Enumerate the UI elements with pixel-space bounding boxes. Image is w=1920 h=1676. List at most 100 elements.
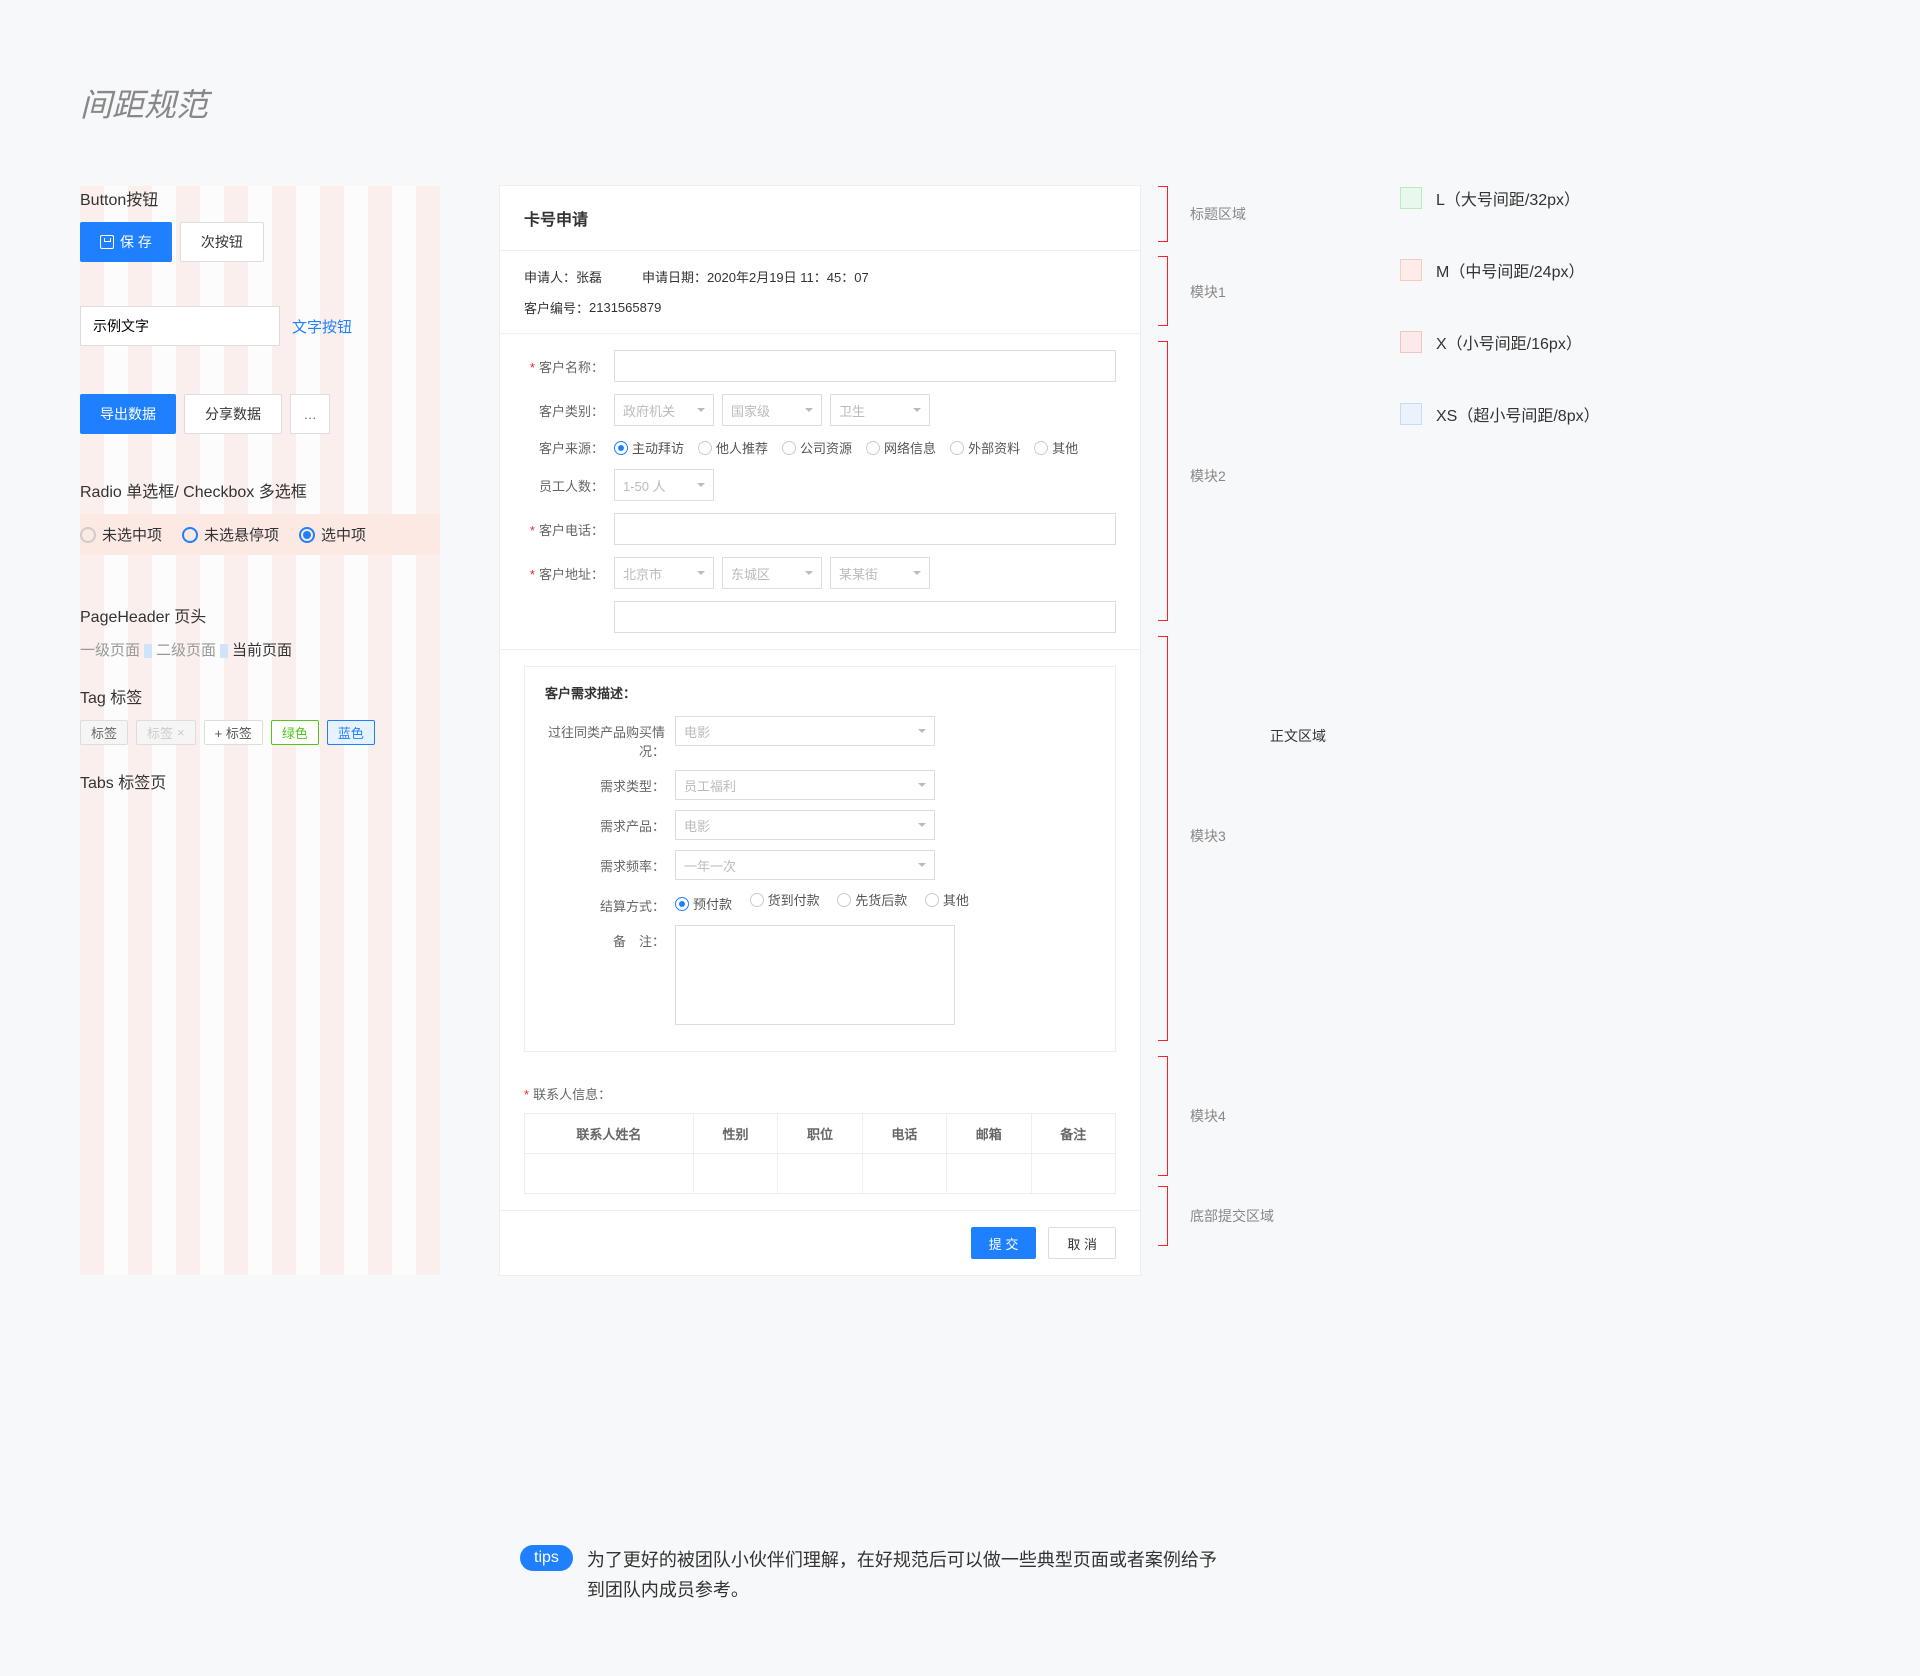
tag-green[interactable]: 绿色: [271, 720, 319, 745]
customer-addr-label: 客户地址：: [524, 564, 614, 583]
tag-add[interactable]: + 标签: [204, 720, 263, 745]
past-purchase-label: 过往同类产品购买情况：: [545, 716, 675, 760]
radio-icon: [866, 441, 880, 455]
radio-label: 先货后款: [855, 890, 907, 909]
addr-select-1[interactable]: 北京市: [614, 557, 714, 589]
legend-l-label: L（大号间距/32px）: [1436, 186, 1580, 210]
export-button[interactable]: 导出数据: [80, 394, 176, 434]
save-button-label: 保 存: [120, 232, 152, 252]
legend: L（大号间距/32px） M（中号间距/24px） X（小号间距/16px） X…: [1400, 186, 1680, 1275]
radio-icon: [1034, 441, 1048, 455]
source-radio-4[interactable]: 网络信息: [866, 438, 936, 457]
settle-radio-2[interactable]: 货到付款: [750, 890, 820, 909]
tag-blue[interactable]: 蓝色: [327, 720, 375, 745]
radio-label: 他人推荐: [716, 438, 768, 457]
tag-default[interactable]: 标签: [80, 720, 128, 745]
radio-label: 货到付款: [768, 890, 820, 909]
breadcrumb-current: 当前页面: [232, 642, 292, 659]
tag-closable[interactable]: 标签 ×: [136, 720, 196, 745]
save-button[interactable]: 保 存: [80, 222, 172, 262]
source-radio-6[interactable]: 其他: [1034, 438, 1078, 457]
pageheader-section-label: PageHeader 页头: [80, 603, 440, 627]
save-icon: [100, 235, 114, 249]
secondary-button[interactable]: 次按钮: [180, 222, 264, 262]
region-m2-label: 模块2: [1190, 466, 1226, 486]
contact-table: 联系人姓名 性别 职位 电话 邮箱 备注: [524, 1113, 1116, 1194]
breadcrumb-l1[interactable]: 一级页面: [80, 642, 140, 659]
form-module-2: 客户名称： 客户类别： 政府机关 国家级 卫生 客户来源： 主动拜访 他人推荐 …: [500, 334, 1140, 650]
breadcrumb-l2[interactable]: 二级页面: [156, 642, 216, 659]
radio-hover[interactable]: 未选悬停项: [182, 524, 279, 545]
radio-icon: [750, 893, 764, 907]
contact-title: 联系人信息：: [524, 1084, 1116, 1103]
share-button[interactable]: 分享数据: [184, 394, 282, 434]
customer-phone-label: 客户电话：: [524, 520, 614, 539]
form-module-3: 客户需求描述： 过往同类产品购买情况：电影 需求类型：员工福利 需求产品：电影 …: [524, 666, 1116, 1052]
source-radio-5[interactable]: 外部资料: [950, 438, 1020, 457]
demand-freq-label: 需求频率：: [545, 850, 675, 875]
customer-name-input[interactable]: [614, 350, 1116, 382]
customer-phone-input[interactable]: [614, 513, 1116, 545]
legend-swatch-xs: [1400, 403, 1422, 425]
submit-button[interactable]: 提 交: [971, 1227, 1037, 1259]
table-row[interactable]: [525, 1154, 1116, 1194]
settle-radio-4[interactable]: 其他: [925, 890, 969, 909]
radio-checked[interactable]: 选中项: [299, 524, 366, 545]
cancel-button[interactable]: 取 消: [1048, 1227, 1116, 1259]
addr-detail-input[interactable]: [614, 601, 1116, 633]
radio-unchecked[interactable]: 未选中项: [80, 524, 162, 545]
remark-textarea[interactable]: [675, 925, 955, 1025]
settle-radio-1[interactable]: 预付款: [675, 894, 732, 913]
radio-label: 其他: [1052, 438, 1078, 457]
tabs-section-label: Tabs 标签页: [80, 769, 440, 793]
addr-select-2[interactable]: 东城区: [722, 557, 822, 589]
radio-label: 未选悬停项: [204, 524, 279, 545]
addr-select-3[interactable]: 某某街: [830, 557, 930, 589]
radio-icon: [925, 893, 939, 907]
type-select-3[interactable]: 卫生: [830, 394, 930, 426]
radio-label: 选中项: [321, 524, 366, 545]
remark-label: 备 注：: [545, 925, 675, 950]
source-radio-1[interactable]: 主动拜访: [614, 438, 684, 457]
apply-date-value: 2020年2月19日 11：45：07: [707, 270, 869, 285]
source-radio-3[interactable]: 公司资源: [782, 438, 852, 457]
th-note: 备注: [1031, 1114, 1115, 1154]
legend-m-label: M（中号间距/24px）: [1436, 258, 1584, 282]
radio-icon: [782, 441, 796, 455]
tag-label: 标签: [147, 723, 173, 742]
type-select-1[interactable]: 政府机关: [614, 394, 714, 426]
form-module-4: 联系人信息： 联系人姓名 性别 职位 电话 邮箱 备注: [500, 1068, 1140, 1210]
customer-source-label: 客户来源：: [524, 438, 614, 457]
employee-count-select[interactable]: 1-50 人: [614, 469, 714, 501]
applicant-label: 申请人：: [524, 270, 576, 285]
tips-badge: tips: [520, 1545, 573, 1571]
example-input[interactable]: [80, 306, 280, 346]
demand-product-label: 需求产品：: [545, 810, 675, 835]
text-button[interactable]: 文字按钮: [292, 316, 352, 337]
legend-xs-label: XS（超小号间距/8px）: [1436, 402, 1600, 426]
more-button[interactable]: …: [290, 394, 330, 434]
th-phone: 电话: [862, 1114, 946, 1154]
radio-icon: [614, 441, 628, 455]
region-footer-label: 底部提交区域: [1190, 1206, 1274, 1226]
radio-icon: [182, 527, 198, 543]
component-examples: Button按钮 保 存 次按钮 文字按钮 导出数据 分享数据: [80, 186, 440, 1275]
customer-name-label: 客户名称：: [524, 357, 614, 376]
type-select-2[interactable]: 国家级: [722, 394, 822, 426]
demand-type-select[interactable]: 员工福利: [675, 770, 935, 800]
settle-radio-3[interactable]: 先货后款: [837, 890, 907, 909]
legend-swatch-m: [1400, 259, 1422, 281]
demand-freq-select[interactable]: 一年一次: [675, 850, 935, 880]
settlement-label: 结算方式：: [545, 890, 675, 915]
demand-desc-title: 客户需求描述：: [545, 683, 1095, 702]
apply-date-label: 申请日期：: [642, 270, 707, 285]
demand-product-select[interactable]: 电影: [675, 810, 935, 840]
source-radio-2[interactable]: 他人推荐: [698, 438, 768, 457]
close-icon[interactable]: ×: [177, 725, 185, 740]
th-position: 职位: [778, 1114, 862, 1154]
region-m1-label: 模块1: [1190, 282, 1226, 302]
form-card: 卡号申请 申请人：张磊 申请日期：2020年2月19日 11：45：07 客户编…: [500, 186, 1140, 1275]
customer-no-label: 客户编号：: [524, 298, 589, 317]
past-purchase-select[interactable]: 电影: [675, 716, 935, 746]
legend-swatch-l: [1400, 187, 1422, 209]
